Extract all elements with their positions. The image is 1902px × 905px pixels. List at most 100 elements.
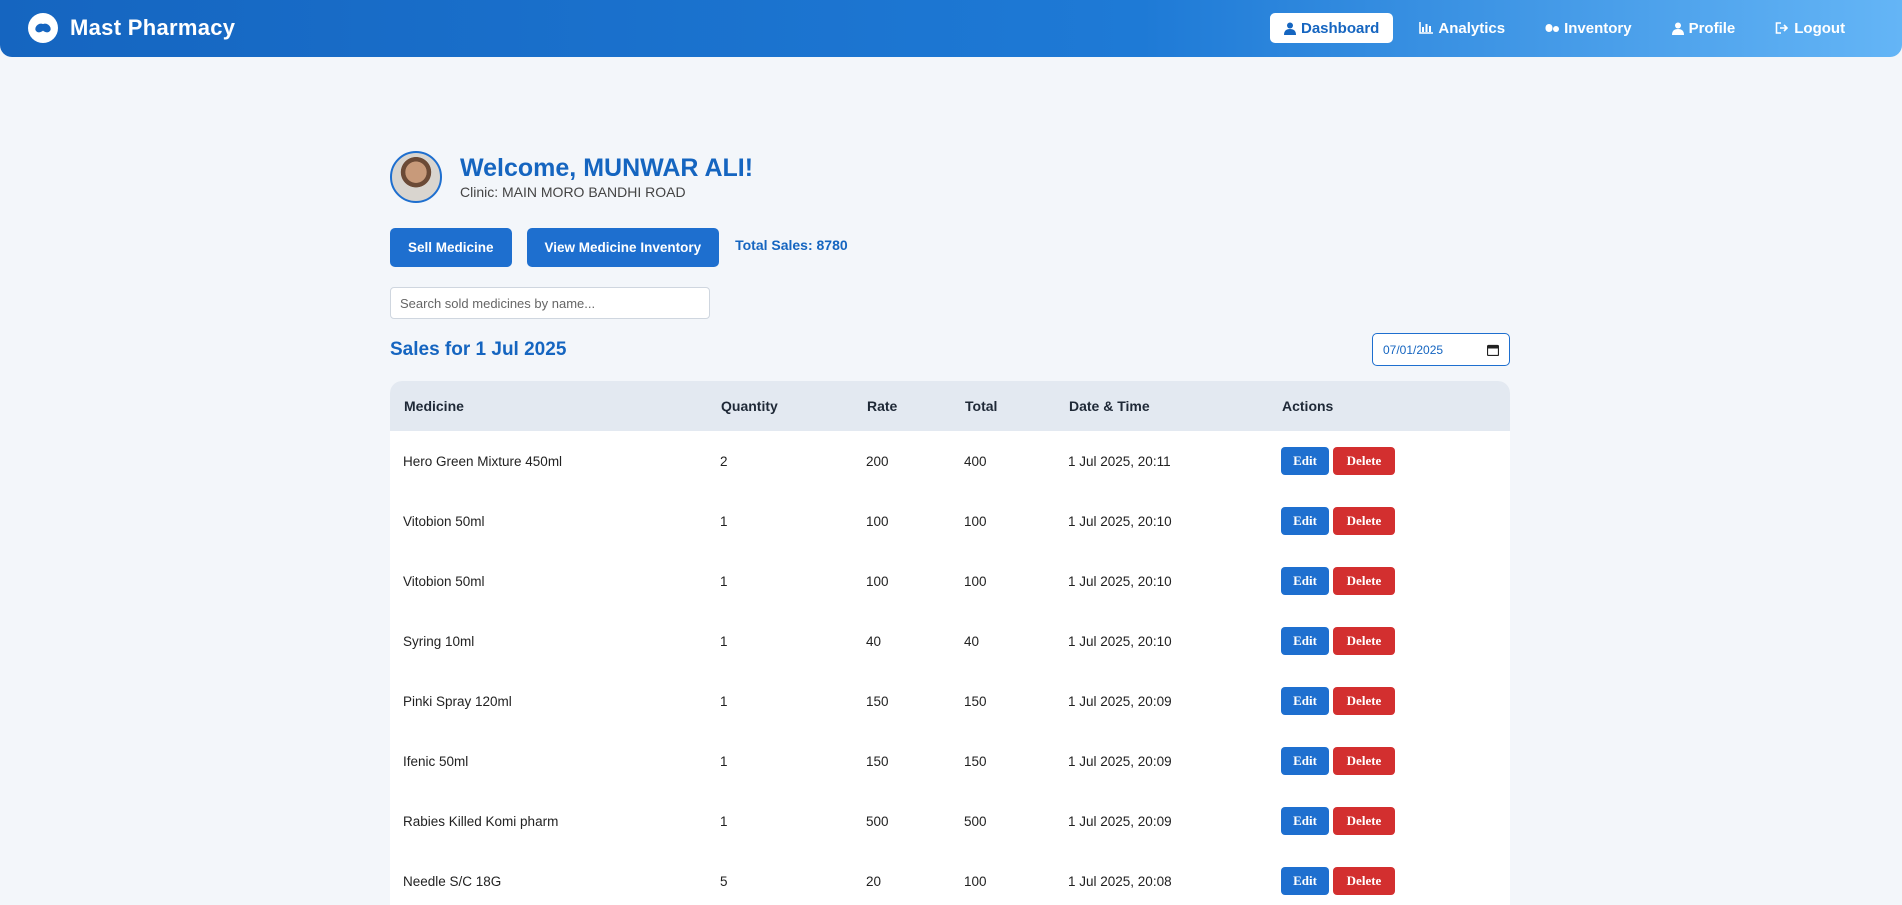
search-input[interactable]: [390, 287, 710, 319]
cell-quantity: 1: [720, 753, 728, 769]
brand[interactable]: Mast Pharmacy: [28, 13, 235, 43]
sales-table: Medicine Quantity Rate Total Date & Time…: [390, 381, 1510, 905]
header-datetime: Date & Time: [1069, 398, 1150, 414]
capsule-logo-icon: [28, 13, 58, 43]
view-inventory-button[interactable]: View Medicine Inventory: [526, 228, 720, 267]
cell-total: 100: [964, 513, 987, 529]
cell-quantity: 1: [720, 633, 728, 649]
sell-medicine-button[interactable]: Sell Medicine: [390, 228, 512, 267]
cell-datetime: 1 Jul 2025, 20:10: [1068, 573, 1172, 589]
edit-button[interactable]: Edit: [1281, 687, 1329, 715]
date-value: 07/01/2025: [1383, 342, 1444, 357]
header-actions: Actions: [1282, 398, 1334, 414]
header-total: Total: [965, 398, 998, 414]
edit-button[interactable]: Edit: [1281, 447, 1329, 475]
cell-total: 150: [964, 753, 987, 769]
cell-actions: Edit Delete: [1268, 431, 1510, 491]
chart-icon: [1419, 22, 1434, 34]
nav-analytics-label: Analytics: [1438, 19, 1506, 37]
delete-button[interactable]: Delete: [1333, 447, 1395, 475]
cell-rate: 150: [866, 753, 889, 769]
nav-links: Dashboard Analytics Inventory Profile Lo…: [1270, 13, 1871, 43]
delete-button[interactable]: Delete: [1333, 627, 1395, 655]
cell-actions: Edit Delete: [1268, 551, 1510, 611]
delete-button[interactable]: Delete: [1333, 807, 1395, 835]
table-row: Ifenic 50ml 1 150 150 1 Jul 2025, 20:09 …: [390, 731, 1510, 791]
cell-actions: Edit Delete: [1268, 671, 1510, 731]
cell-rate: 150: [866, 693, 889, 709]
nav-dashboard[interactable]: Dashboard: [1270, 13, 1394, 43]
cell-rate: 100: [866, 513, 889, 529]
table-row: Pinki Spray 120ml 1 150 150 1 Jul 2025, …: [390, 671, 1510, 731]
cell-rate: 100: [866, 573, 889, 589]
delete-button[interactable]: Delete: [1333, 507, 1395, 535]
cell-total: 100: [964, 873, 987, 889]
cell-quantity: 5: [720, 873, 728, 889]
action-bar: Sell Medicine View Medicine Inventory To…: [390, 228, 848, 267]
nav-profile[interactable]: Profile: [1658, 13, 1750, 43]
header-quantity: Quantity: [721, 398, 778, 414]
nav-inventory[interactable]: Inventory: [1531, 13, 1646, 43]
cell-actions: Edit Delete: [1268, 611, 1510, 671]
cell-datetime: 1 Jul 2025, 20:10: [1068, 633, 1172, 649]
table-row: Syring 10ml 1 40 40 1 Jul 2025, 20:10 Ed…: [390, 611, 1510, 671]
cell-medicine: Vitobion 50ml: [403, 573, 485, 589]
cell-medicine: Pinki Spray 120ml: [403, 693, 512, 709]
avatar[interactable]: [390, 151, 442, 203]
cell-total: 400: [964, 453, 987, 469]
nav-profile-label: Profile: [1688, 19, 1736, 37]
table-row: Vitobion 50ml 1 100 100 1 Jul 2025, 20:1…: [390, 491, 1510, 551]
cell-datetime: 1 Jul 2025, 20:08: [1068, 873, 1172, 889]
total-sales: Total Sales: 8780: [735, 237, 848, 253]
cell-medicine: Needle S/C 18G: [403, 873, 502, 889]
edit-button[interactable]: Edit: [1281, 807, 1329, 835]
cell-total: 100: [964, 573, 987, 589]
cell-datetime: 1 Jul 2025, 20:09: [1068, 753, 1172, 769]
welcome-title: Welcome, MUNWAR ALI!: [460, 154, 754, 182]
edit-button[interactable]: Edit: [1281, 747, 1329, 775]
cell-quantity: 1: [720, 693, 728, 709]
cell-actions: Edit Delete: [1268, 851, 1510, 905]
cell-quantity: 1: [720, 813, 728, 829]
date-picker[interactable]: 07/01/2025: [1372, 333, 1510, 366]
cell-rate: 500: [866, 813, 889, 829]
nav-inventory-label: Inventory: [1564, 19, 1632, 37]
cell-medicine: Vitobion 50ml: [403, 513, 485, 529]
cell-actions: Edit Delete: [1268, 791, 1510, 851]
cell-datetime: 1 Jul 2025, 20:11: [1068, 453, 1171, 469]
edit-button[interactable]: Edit: [1281, 627, 1329, 655]
delete-button[interactable]: Delete: [1333, 867, 1395, 895]
cell-datetime: 1 Jul 2025, 20:10: [1068, 513, 1172, 529]
table-header-row: Medicine Quantity Rate Total Date & Time…: [390, 381, 1510, 431]
edit-button[interactable]: Edit: [1281, 507, 1329, 535]
cell-medicine: Syring 10ml: [403, 633, 475, 649]
table-row: Rabies Killed Komi pharm 1 500 500 1 Jul…: [390, 791, 1510, 851]
cell-actions: Edit Delete: [1268, 491, 1510, 551]
cell-rate: 40: [866, 633, 882, 649]
cell-total: 500: [964, 813, 987, 829]
table-row: Vitobion 50ml 1 100 100 1 Jul 2025, 20:1…: [390, 551, 1510, 611]
table-row: Hero Green Mixture 450ml 2 200 400 1 Jul…: [390, 431, 1510, 491]
cell-quantity: 2: [720, 453, 728, 469]
calendar-icon[interactable]: [1487, 344, 1499, 356]
cell-total: 150: [964, 693, 987, 709]
nav-logout[interactable]: Logout: [1761, 13, 1859, 43]
edit-button[interactable]: Edit: [1281, 867, 1329, 895]
brand-name: Mast Pharmacy: [70, 15, 236, 40]
cell-quantity: 1: [720, 513, 728, 529]
nav-analytics[interactable]: Analytics: [1405, 13, 1519, 43]
logout-icon: [1775, 22, 1789, 34]
sales-table-card: Medicine Quantity Rate Total Date & Time…: [390, 381, 1510, 905]
edit-button[interactable]: Edit: [1281, 567, 1329, 595]
cell-rate: 20: [866, 873, 882, 889]
top-navbar: Mast Pharmacy Dashboard Analytics Invent…: [0, 0, 1902, 57]
cell-datetime: 1 Jul 2025, 20:09: [1068, 693, 1172, 709]
user-icon: [1284, 22, 1296, 35]
welcome-section: Welcome, MUNWAR ALI! Clinic: MAIN MORO B…: [390, 151, 753, 203]
delete-button[interactable]: Delete: [1333, 687, 1395, 715]
delete-button[interactable]: Delete: [1333, 747, 1395, 775]
header-rate: Rate: [867, 398, 898, 414]
cell-medicine: Ifenic 50ml: [403, 753, 469, 769]
cell-datetime: 1 Jul 2025, 20:09: [1068, 813, 1172, 829]
delete-button[interactable]: Delete: [1333, 567, 1395, 595]
